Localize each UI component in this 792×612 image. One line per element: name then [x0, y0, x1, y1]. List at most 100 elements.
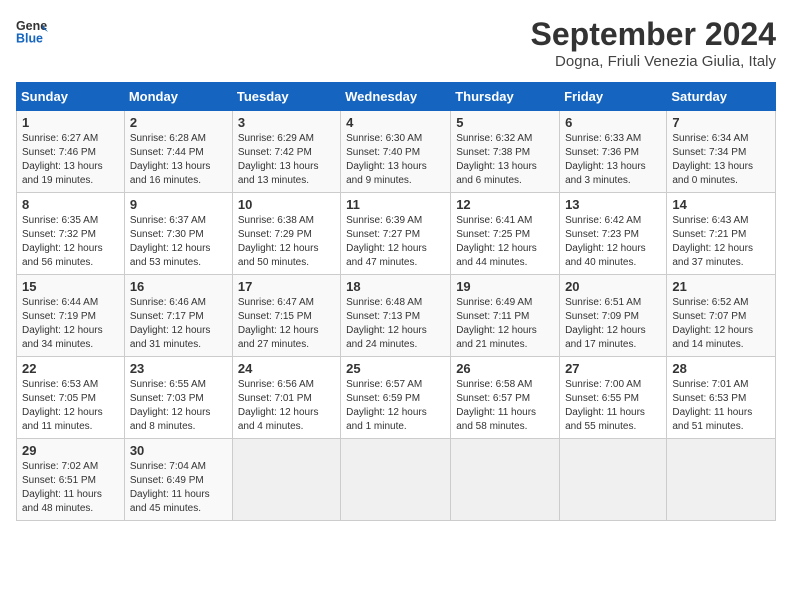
calendar-cell: 16Sunrise: 6:46 AMSunset: 7:17 PMDayligh…: [124, 275, 232, 357]
day-info: Sunrise: 6:38 AMSunset: 7:29 PMDaylight:…: [238, 214, 335, 270]
calendar-cell: 4 Sunrise: 6:30 AMSunset: 7:40 PMDaylight…: [341, 111, 451, 193]
calendar-cell: 23 Sunrise: 6:55 AMSunset: 7:03 PMDayligh…: [124, 357, 232, 439]
day-number: 25: [346, 361, 445, 376]
calendar-cell: 18 Sunrise: 6:48 AMSunset: 7:13 PMDayligh…: [341, 275, 451, 357]
weekday-header-wednesday: Wednesday: [341, 83, 451, 111]
calendar-week-1: 1 Sunrise: 6:27 AMSunset: 7:46 PMDaylight…: [17, 111, 776, 193]
calendar-cell: 17Sunrise: 6:47 AMSunset: 7:15 PMDayligh…: [232, 275, 340, 357]
calendar-cell: 11Sunrise: 6:39 AMSunset: 7:27 PMDayligh…: [341, 193, 451, 275]
weekday-header-saturday: Saturday: [667, 83, 776, 111]
logo-icon: General Blue: [16, 16, 48, 48]
day-number: 29: [22, 443, 119, 458]
day-info: Sunrise: 6:56 AMSunset: 7:01 PMDaylight:…: [238, 378, 335, 434]
calendar-cell: 12 Sunrise: 6:41 AMSunset: 7:25 PMDayligh…: [451, 193, 560, 275]
day-info: Sunrise: 6:57 AMSunset: 6:59 PMDaylight:…: [346, 378, 445, 434]
calendar-week-2: 8 Sunrise: 6:35 AMSunset: 7:32 PMDaylight…: [17, 193, 776, 275]
day-info: Sunrise: 6:29 AMSunset: 7:42 PMDaylight:…: [238, 132, 335, 188]
day-number: 22: [22, 361, 119, 376]
calendar-cell: 30Sunrise: 7:04 AMSunset: 6:49 PMDayligh…: [124, 439, 232, 521]
day-info: Sunrise: 6:47 AMSunset: 7:15 PMDaylight:…: [238, 296, 335, 352]
day-number: 1: [22, 115, 119, 130]
logo: General Blue: [16, 16, 48, 48]
day-info: Sunrise: 6:53 AMSunset: 7:05 PMDaylight:…: [22, 378, 119, 434]
day-info: Sunrise: 6:33 AMSunset: 7:36 PMDaylight:…: [565, 132, 661, 188]
weekday-header-thursday: Thursday: [451, 83, 560, 111]
calendar-cell: 9 Sunrise: 6:37 AMSunset: 7:30 PMDaylight…: [124, 193, 232, 275]
day-info: Sunrise: 6:30 AMSunset: 7:40 PMDaylight:…: [346, 132, 445, 188]
calendar-cell: 20 Sunrise: 6:51 AMSunset: 7:09 PMDayligh…: [560, 275, 667, 357]
day-number: 27: [565, 361, 661, 376]
day-info: Sunrise: 6:27 AMSunset: 7:46 PMDaylight:…: [22, 132, 119, 188]
day-info: Sunrise: 6:52 AMSunset: 7:07 PMDaylight:…: [672, 296, 770, 352]
day-info: Sunrise: 6:37 AMSunset: 7:30 PMDaylight:…: [130, 214, 227, 270]
day-info: Sunrise: 6:42 AMSunset: 7:23 PMDaylight:…: [565, 214, 661, 270]
weekday-header-monday: Monday: [124, 83, 232, 111]
day-info: Sunrise: 6:49 AMSunset: 7:11 PMDaylight:…: [456, 296, 554, 352]
calendar-cell: 21Sunrise: 6:52 AMSunset: 7:07 PMDayligh…: [667, 275, 776, 357]
day-info: Sunrise: 6:55 AMSunset: 7:03 PMDaylight:…: [130, 378, 227, 434]
calendar-cell: 1 Sunrise: 6:27 AMSunset: 7:46 PMDaylight…: [17, 111, 125, 193]
day-number: 13: [565, 197, 661, 212]
day-number: 10: [238, 197, 335, 212]
day-info: Sunrise: 6:32 AMSunset: 7:38 PMDaylight:…: [456, 132, 554, 188]
day-number: 19: [456, 279, 554, 294]
day-info: Sunrise: 6:43 AMSunset: 7:21 PMDaylight:…: [672, 214, 770, 270]
calendar-cell: 2Sunrise: 6:28 AMSunset: 7:44 PMDaylight…: [124, 111, 232, 193]
calendar-cell: 8 Sunrise: 6:35 AMSunset: 7:32 PMDaylight…: [17, 193, 125, 275]
calendar-table: SundayMondayTuesdayWednesdayThursdayFrid…: [16, 82, 776, 521]
calendar-cell: 14 Sunrise: 6:43 AMSunset: 7:21 PMDayligh…: [667, 193, 776, 275]
day-info: Sunrise: 6:51 AMSunset: 7:09 PMDaylight:…: [565, 296, 661, 352]
day-number: 30: [130, 443, 227, 458]
day-info: Sunrise: 6:28 AMSunset: 7:44 PMDaylight:…: [130, 132, 227, 188]
day-number: 26: [456, 361, 554, 376]
day-info: Sunrise: 7:02 AMSunset: 6:51 PMDaylight:…: [22, 460, 119, 516]
day-number: 15: [22, 279, 119, 294]
day-number: 12: [456, 197, 554, 212]
calendar-cell: 24 Sunrise: 6:56 AMSunset: 7:01 PMDayligh…: [232, 357, 340, 439]
calendar-cell: [560, 439, 667, 521]
day-info: Sunrise: 7:00 AMSunset: 6:55 PMDaylight:…: [565, 378, 661, 434]
day-info: Sunrise: 7:01 AMSunset: 6:53 PMDaylight:…: [672, 378, 770, 434]
calendar-cell: 10 Sunrise: 6:38 AMSunset: 7:29 PMDayligh…: [232, 193, 340, 275]
day-number: 20: [565, 279, 661, 294]
calendar-cell: 22 Sunrise: 6:53 AMSunset: 7:05 PMDayligh…: [17, 357, 125, 439]
day-info: Sunrise: 6:35 AMSunset: 7:32 PMDaylight:…: [22, 214, 119, 270]
day-info: Sunrise: 6:41 AMSunset: 7:25 PMDaylight:…: [456, 214, 554, 270]
day-number: 3: [238, 115, 335, 130]
calendar-cell: 6Sunrise: 6:33 AMSunset: 7:36 PMDaylight…: [560, 111, 667, 193]
calendar-cell: [232, 439, 340, 521]
day-info: Sunrise: 6:58 AMSunset: 6:57 PMDaylight:…: [456, 378, 554, 434]
calendar-cell: 13 Sunrise: 6:42 AMSunset: 7:23 PMDayligh…: [560, 193, 667, 275]
calendar-cell: 19 Sunrise: 6:49 AMSunset: 7:11 PMDayligh…: [451, 275, 560, 357]
calendar-cell: 27 Sunrise: 7:00 AMSunset: 6:55 PMDayligh…: [560, 357, 667, 439]
calendar-week-5: 29 Sunrise: 7:02 AMSunset: 6:51 PMDayligh…: [17, 439, 776, 521]
day-number: 11: [346, 197, 445, 212]
weekday-header-sunday: Sunday: [17, 83, 125, 111]
calendar-cell: 29 Sunrise: 7:02 AMSunset: 6:51 PMDayligh…: [17, 439, 125, 521]
calendar-week-3: 15 Sunrise: 6:44 AMSunset: 7:19 PMDayligh…: [17, 275, 776, 357]
day-number: 14: [672, 197, 770, 212]
day-number: 8: [22, 197, 119, 212]
calendar-cell: 25 Sunrise: 6:57 AMSunset: 6:59 PMDayligh…: [341, 357, 451, 439]
day-info: Sunrise: 6:48 AMSunset: 7:13 PMDaylight:…: [346, 296, 445, 352]
calendar-cell: 7Sunrise: 6:34 AMSunset: 7:34 PMDaylight…: [667, 111, 776, 193]
calendar-cell: 15 Sunrise: 6:44 AMSunset: 7:19 PMDayligh…: [17, 275, 125, 357]
day-number: 4: [346, 115, 445, 130]
calendar-cell: 28 Sunrise: 7:01 AMSunset: 6:53 PMDayligh…: [667, 357, 776, 439]
day-number: 5: [456, 115, 554, 130]
day-number: 9: [130, 197, 227, 212]
calendar-cell: 26 Sunrise: 6:58 AMSunset: 6:57 PMDayligh…: [451, 357, 560, 439]
day-number: 24: [238, 361, 335, 376]
day-number: 28: [672, 361, 770, 376]
calendar-cell: [341, 439, 451, 521]
calendar-cell: [451, 439, 560, 521]
title-block: September 2024 Dogna, Friuli Venezia Giu…: [531, 16, 776, 70]
weekday-header-friday: Friday: [560, 83, 667, 111]
day-number: 18: [346, 279, 445, 294]
month-title: September 2024: [531, 16, 776, 53]
weekday-header-tuesday: Tuesday: [232, 83, 340, 111]
day-number: 23: [130, 361, 227, 376]
calendar-cell: [667, 439, 776, 521]
day-info: Sunrise: 6:44 AMSunset: 7:19 PMDaylight:…: [22, 296, 119, 352]
page-header: General Blue September 2024 Dogna, Friul…: [16, 16, 776, 70]
